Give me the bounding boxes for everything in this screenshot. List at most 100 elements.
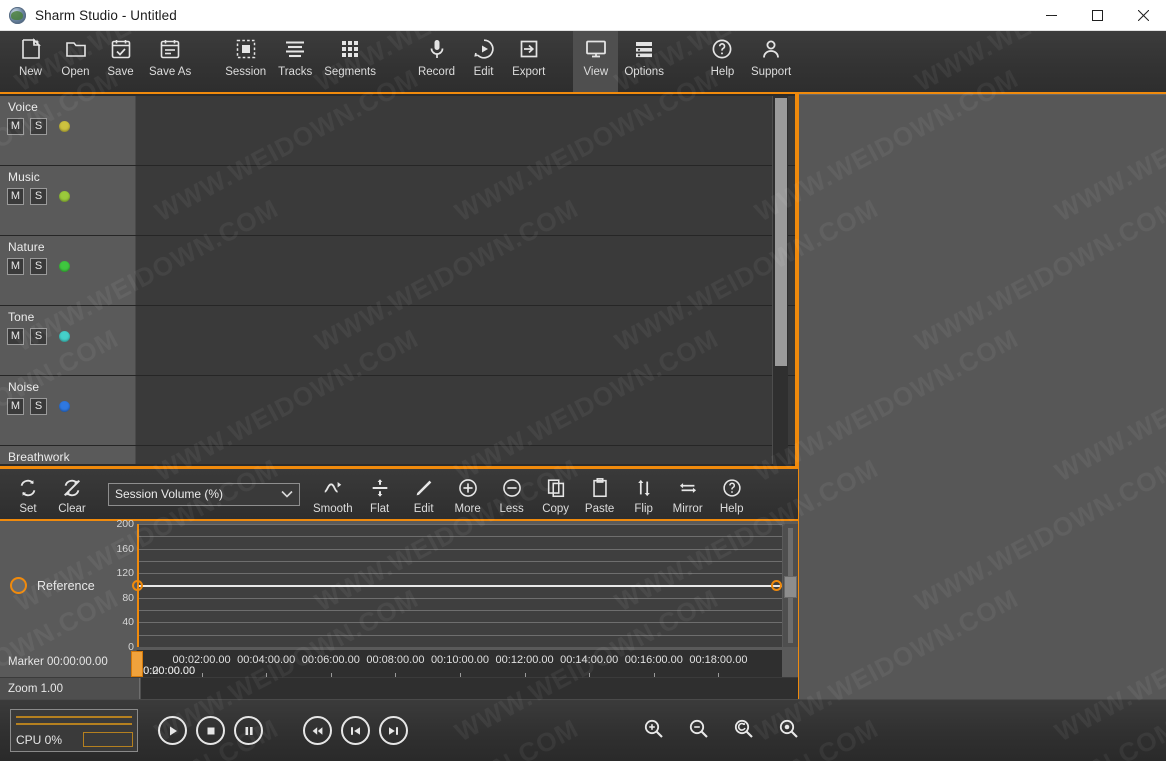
toolbar-button-new[interactable]: New [8, 31, 53, 92]
envelope-label-help: Help [719, 503, 744, 515]
toolbar-button-save[interactable]: Save [98, 31, 143, 92]
toolbar-button-support[interactable]: Support [745, 31, 797, 92]
envelope-button-clear[interactable]: Clear [50, 473, 94, 515]
track-clip-lane[interactable] [137, 376, 782, 445]
toolbar-button-save-as[interactable]: Save As [143, 31, 197, 92]
toolbar-button-export[interactable]: Export [506, 31, 551, 92]
mute-button[interactable]: M [7, 398, 24, 415]
tracks-lines-icon [283, 35, 307, 63]
toolbar-label-export: Export [512, 66, 546, 78]
scrollbar-thumb[interactable] [784, 576, 797, 598]
envelope-button-copy[interactable]: Copy [534, 473, 578, 515]
solo-button[interactable]: S [30, 398, 47, 415]
skip-next-icon[interactable] [379, 716, 408, 745]
toolbar-button-tracks[interactable]: Tracks [272, 31, 318, 92]
track-color-dot[interactable] [59, 401, 70, 412]
track-row[interactable]: Voice M S [0, 96, 798, 166]
scrollbar-thumb[interactable] [775, 98, 787, 366]
track-row[interactable]: Breathwork [0, 446, 798, 464]
track-row[interactable]: Nature M S [0, 236, 798, 306]
envelope-button-paste[interactable]: Paste [578, 473, 622, 515]
track-color-dot[interactable] [59, 121, 70, 132]
toolbar-label-help: Help [710, 66, 735, 78]
toolbar-label-options: Options [624, 66, 664, 78]
skip-previous-icon[interactable] [341, 716, 370, 745]
minimize-icon[interactable] [1028, 0, 1074, 31]
envelope-button-edit[interactable]: Edit [402, 473, 446, 515]
envelope-y-tick: 160 [116, 543, 134, 555]
maximize-icon[interactable] [1074, 0, 1120, 31]
toolbar-label-save-as: Save As [149, 66, 192, 78]
envelope-parameter-select[interactable]: Session Volume (%) [108, 482, 300, 506]
toolbar-button-open[interactable]: Open [53, 31, 98, 92]
mute-button[interactable]: M [7, 188, 24, 205]
solo-button[interactable]: S [30, 328, 47, 345]
track-name: Nature [8, 240, 45, 254]
solo-button[interactable]: S [30, 258, 47, 275]
envelope-handle-right[interactable] [771, 580, 782, 591]
zoom-reset-icon[interactable] [728, 713, 759, 744]
pencil-icon [413, 475, 435, 501]
envelope-reference-line[interactable] [139, 585, 782, 587]
toolbar-button-options[interactable]: Options [618, 31, 670, 92]
zoom-fit-icon[interactable] [773, 713, 804, 744]
envelope-button-less[interactable]: Less [490, 473, 534, 515]
solo-button[interactable]: S [30, 188, 47, 205]
envelope-button-flat[interactable]: Flat [358, 473, 402, 515]
toolbar-button-session[interactable]: Session [219, 31, 272, 92]
mute-button[interactable]: M [7, 118, 24, 135]
envelope-button-more[interactable]: More [446, 473, 490, 515]
save-as-icon [158, 35, 182, 63]
zoom-in-icon[interactable] [638, 713, 669, 744]
track-row[interactable]: Noise M S [0, 376, 798, 446]
pause-icon[interactable] [234, 716, 263, 745]
play-icon[interactable] [158, 716, 187, 745]
help-question-icon [721, 475, 743, 501]
track-clip-lane[interactable] [137, 96, 782, 165]
track-color-dot[interactable] [59, 261, 70, 272]
toolbar-label-support: Support [750, 66, 792, 78]
track-clip-lane[interactable] [137, 166, 782, 235]
toolbar-button-edit[interactable]: Edit [461, 31, 506, 92]
envelope-plot[interactable] [137, 524, 782, 647]
cpu-label: CPU 0% [16, 733, 63, 747]
track-vertical-scrollbar[interactable] [772, 96, 788, 464]
track-row[interactable]: Tone M S [0, 306, 798, 376]
envelope-vertical-scrollbar[interactable] [783, 524, 798, 647]
toolbar-button-record[interactable]: Record [412, 31, 461, 92]
right-side-panel [799, 94, 1166, 705]
toolbar-button-view[interactable]: View [573, 31, 619, 92]
flip-updown-icon [633, 475, 655, 501]
envelope-button-smooth[interactable]: Smooth [308, 473, 358, 515]
envelope-legend-label: Reference [37, 578, 95, 593]
zoom-level-label: Zoom 1.00 [0, 678, 140, 700]
rewind-icon[interactable] [303, 716, 332, 745]
envelope-gridline [139, 561, 782, 562]
track-row[interactable]: Music M S [0, 166, 798, 236]
envelope-y-tick: 200 [116, 518, 134, 530]
close-icon[interactable] [1120, 0, 1166, 31]
mute-button[interactable]: M [7, 328, 24, 345]
track-clip-lane[interactable] [137, 446, 782, 464]
zoom-out-icon[interactable] [683, 713, 714, 744]
envelope-button-help[interactable]: Help [710, 473, 754, 515]
reference-ring-icon[interactable] [10, 577, 27, 594]
toolbar-button-segments[interactable]: Segments [318, 31, 382, 92]
stop-icon[interactable] [196, 716, 225, 745]
timeline-ruler[interactable]: 00:02:00.00 00:04:00.00 00:06:00.00 00:08:0… [136, 650, 782, 677]
bottom-bar: CPU 0% [0, 699, 1166, 761]
envelope-button-mirror[interactable]: Mirror [666, 473, 710, 515]
track-color-dot[interactable] [59, 331, 70, 342]
playhead-handle[interactable] [131, 651, 143, 677]
envelope-button-flip[interactable]: Flip [622, 473, 666, 515]
envelope-handle-left[interactable] [132, 580, 143, 591]
mute-button[interactable]: M [7, 258, 24, 275]
save-check-icon [109, 35, 133, 63]
track-clip-lane[interactable] [137, 236, 782, 305]
solo-button[interactable]: S [30, 118, 47, 135]
toolbar-button-help[interactable]: Help [700, 31, 745, 92]
track-color-dot[interactable] [59, 191, 70, 202]
cpu-monitor: CPU 0% [10, 709, 138, 752]
envelope-button-set[interactable]: Set [6, 473, 50, 515]
track-clip-lane[interactable] [137, 306, 782, 375]
